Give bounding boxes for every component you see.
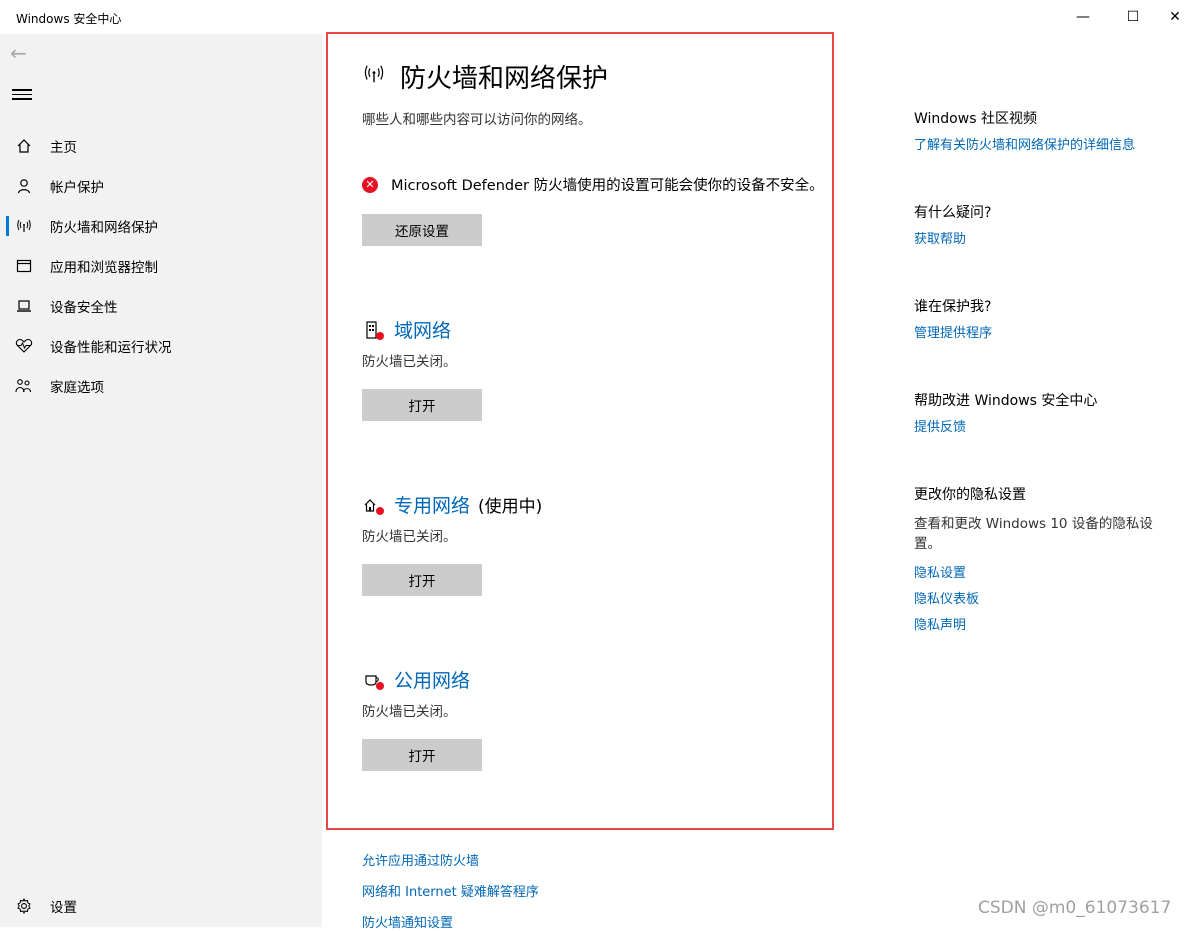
sidebar: ← 主页 帐户保护 防火墙和网络保护 应用和浏览器控制 设备安全性 设备性能和运… (0, 34, 322, 927)
sidebar-item-device-health[interactable]: 设备性能和运行状况 (0, 326, 322, 366)
sidebar-item-settings[interactable]: 设置 (0, 886, 322, 926)
sidebar-item-label: 防火墙和网络保护 (50, 220, 158, 236)
firewall-panel: 防火墙和网络保护 哪些人和哪些内容可以访问你的网络。 ✕ Microsoft D… (326, 32, 834, 830)
public-network-section: 公用网络 (362, 666, 478, 693)
title-bar: Windows 安全中心 — ☐ ✕ (0, 0, 1198, 34)
hamburger-menu-icon[interactable] (12, 86, 32, 102)
who-protects-me-heading: 谁在保护我? (914, 299, 992, 315)
public-network-link[interactable]: 公用网络 (394, 666, 470, 693)
sidebar-item-app-browser[interactable]: 应用和浏览器控制 (0, 246, 322, 286)
error-badge-icon (376, 331, 384, 340)
error-badge-icon (376, 681, 384, 690)
heart-pulse-icon (14, 336, 34, 356)
sidebar-item-label: 家庭选项 (50, 380, 104, 396)
coffee-cup-icon (362, 669, 384, 691)
firewall-notification-settings-link[interactable]: 防火墙通知设置 (362, 912, 453, 931)
sidebar-item-family[interactable]: 家庭选项 (0, 366, 322, 406)
help-improve-heading: 帮助改进 Windows 安全中心 (914, 393, 1098, 409)
home-network-icon (362, 494, 384, 516)
community-videos-heading: Windows 社区视频 (914, 111, 1037, 127)
private-network-link[interactable]: 专用网络 (394, 491, 470, 518)
privacy-statement-link[interactable]: 隐私声明 (914, 614, 966, 633)
network-in-use-tag: (使用中) (478, 497, 543, 517)
watermark: CSDN @m0_61073617 (978, 898, 1172, 918)
error-icon: ✕ (362, 176, 378, 193)
sidebar-item-device-security[interactable]: 设备安全性 (0, 286, 322, 326)
sidebar-item-label: 应用和浏览器控制 (50, 260, 158, 276)
questions-heading: 有什么疑问? (914, 205, 992, 221)
get-help-link[interactable]: 获取帮助 (914, 228, 966, 247)
wireless-signal-icon (362, 63, 386, 90)
wireless-signal-icon (14, 216, 34, 236)
warning-text: Microsoft Defender 防火墙使用的设置可能会使你的设备不安全。 (391, 178, 824, 194)
maximize-button[interactable]: ☐ (1110, 0, 1156, 34)
close-button[interactable]: ✕ (1152, 0, 1198, 34)
back-arrow-icon[interactable]: ← (10, 42, 36, 64)
privacy-settings-heading: 更改你的隐私设置 (914, 487, 1026, 503)
person-icon (14, 176, 34, 196)
give-feedback-link[interactable]: 提供反馈 (914, 416, 966, 435)
window-title: Windows 安全中心 (16, 12, 122, 26)
public-network-turn-on-button[interactable]: 打开 (362, 739, 482, 771)
sidebar-item-home[interactable]: 主页 (0, 126, 322, 166)
domain-network-turn-on-button[interactable]: 打开 (362, 389, 482, 421)
laptop-icon (14, 296, 34, 316)
building-icon (362, 319, 384, 341)
family-icon (14, 376, 34, 396)
browser-window-icon (14, 256, 34, 276)
sidebar-item-label: 设备性能和运行状况 (50, 340, 172, 356)
sidebar-item-label: 设备安全性 (50, 300, 118, 316)
private-network-status: 防火墙已关闭。 (362, 529, 457, 545)
domain-network-section: 域网络 (362, 316, 459, 343)
public-network-status: 防火墙已关闭。 (362, 704, 457, 720)
warning-message: ✕ Microsoft Defender 防火墙使用的设置可能会使你的设备不安全… (362, 174, 824, 195)
privacy-description: 查看和更改 Windows 10 设备的隐私设置。 (914, 516, 1153, 552)
sidebar-item-account[interactable]: 帐户保护 (0, 166, 322, 206)
domain-network-status: 防火墙已关闭。 (362, 354, 457, 370)
sidebar-item-firewall[interactable]: 防火墙和网络保护 (0, 206, 322, 246)
allow-app-through-firewall-link[interactable]: 允许应用通过防火墙 (362, 850, 479, 869)
restore-settings-button[interactable]: 还原设置 (362, 214, 482, 246)
network-troubleshooter-link[interactable]: 网络和 Internet 疑难解答程序 (362, 881, 539, 900)
privacy-settings-link[interactable]: 隐私设置 (914, 562, 966, 581)
gear-icon (14, 896, 34, 916)
page-title-text: 防火墙和网络保护 (400, 64, 609, 94)
error-badge-icon (376, 506, 384, 515)
page-title: 防火墙和网络保护 (362, 58, 608, 95)
privacy-dashboard-link[interactable]: 隐私仪表板 (914, 588, 979, 607)
learn-more-firewall-link[interactable]: 了解有关防火墙和网络保护的详细信息 (914, 134, 1135, 153)
sidebar-item-label: 主页 (50, 140, 77, 156)
private-network-section: 专用网络 (使用中) (362, 491, 542, 518)
page-subtitle: 哪些人和哪些内容可以访问你的网络。 (362, 112, 592, 128)
settings-label: 设置 (50, 900, 77, 916)
home-icon (14, 136, 34, 156)
minimize-button[interactable]: — (1060, 0, 1106, 34)
domain-network-link[interactable]: 域网络 (394, 316, 451, 343)
private-network-turn-on-button[interactable]: 打开 (362, 564, 482, 596)
manage-providers-link[interactable]: 管理提供程序 (914, 322, 992, 341)
sidebar-item-label: 帐户保护 (50, 180, 104, 196)
